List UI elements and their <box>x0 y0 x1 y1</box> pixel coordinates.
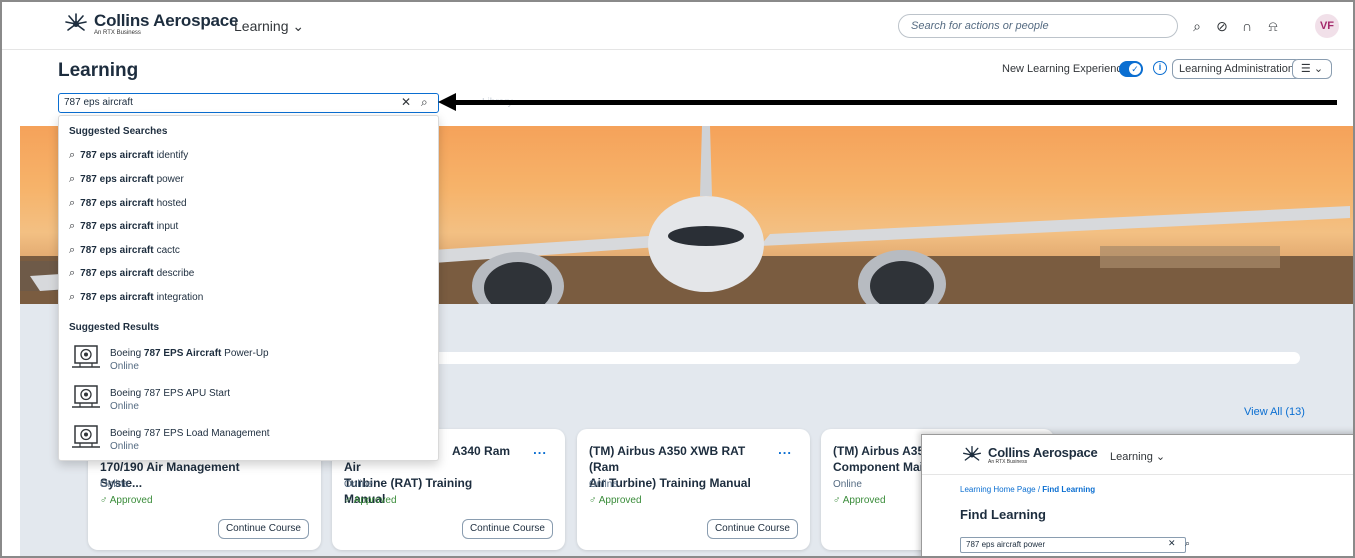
annotation-arrow-head-icon <box>438 93 456 111</box>
course-type: Online <box>344 479 373 490</box>
inset-brand-sub: An RTX Business <box>988 458 1028 465</box>
headset-icon[interactable]: ∩ <box>1238 17 1256 35</box>
search-icon: ⌕ <box>69 267 76 279</box>
search-icon: ⌕ <box>69 244 76 256</box>
suggestion-item[interactable]: ⌕ 787 eps aircraft input <box>69 220 178 233</box>
shell-search-input[interactable]: Search for actions or people <box>898 14 1178 38</box>
course-screen-icon[interactable] <box>71 385 101 411</box>
shell-bar: Collins Aerospace An RTX Business Learni… <box>2 2 1353 50</box>
result-subtitle: Online <box>110 361 139 372</box>
brand-logo[interactable]: Collins Aerospace An RTX Business <box>64 12 238 36</box>
inset-search-icon: ⌕ <box>1185 538 1191 548</box>
search-icon: ⌕ <box>69 173 76 185</box>
user-icon: ♂ <box>100 495 108 506</box>
course-screen-icon[interactable] <box>71 425 101 451</box>
inset-screenshot: Collins Aerospace An RTX Business Learni… <box>921 434 1353 556</box>
app-window: Collins Aerospace An RTX Business Learni… <box>0 0 1355 558</box>
view-all-link[interactable]: View All (13) <box>1244 406 1305 418</box>
suggested-results-heading: Suggested Results <box>69 322 160 333</box>
continue-course-button[interactable]: Continue Course <box>461 519 553 539</box>
continue-course-button[interactable]: Continue Course <box>217 519 309 539</box>
suggestion-item[interactable]: ⌕ 787 eps aircraft cactc <box>69 244 180 257</box>
search-icon: ⌕ <box>69 197 76 209</box>
inset-brand-logo: Collins Aerospace An RTX Business <box>962 445 1098 465</box>
result-subtitle: Online <box>110 441 139 452</box>
user-icon: ♂ <box>833 495 841 506</box>
search-icon: ⌕ <box>69 220 76 232</box>
inset-page-title: Find Learning <box>960 507 1046 522</box>
search-suggestions-dropdown: Suggested Searches ⌕ 787 eps aircraft iden… <box>58 115 439 461</box>
course-type: Online <box>833 479 862 490</box>
brand-name: Collins Aerospace <box>94 11 239 30</box>
course-status: ♂ Approved <box>833 495 886 506</box>
suggestion-item[interactable]: ⌕ 787 eps aircraft describe <box>69 267 194 280</box>
result-subtitle: Online <box>110 401 139 412</box>
new-experience-toggle[interactable]: ✓ <box>1119 61 1143 77</box>
collins-logo-icon <box>65 13 87 31</box>
course-status: ♂ Approved <box>344 495 397 506</box>
collins-logo-icon <box>963 446 981 461</box>
more-options-button[interactable]: ... <box>533 442 547 457</box>
search-icon[interactable]: ⌕ <box>421 95 428 110</box>
search-icon: ⌕ <box>69 149 76 161</box>
suggestion-item[interactable]: ⌕ 787 eps aircraft power <box>69 173 184 186</box>
more-options-button[interactable]: ... <box>778 442 792 457</box>
progress-track <box>422 352 1300 364</box>
result-title[interactable]: Boeing 787 EPS APU Start <box>110 388 230 399</box>
list-menu-button[interactable]: ☰ ⌄ <box>1292 59 1332 79</box>
page-title: Learning <box>58 60 139 81</box>
annotation-arrow-line <box>452 100 1337 105</box>
course-status: ♂ Approved <box>589 495 642 506</box>
user-icon: ♂ <box>344 495 352 506</box>
user-icon: ♂ <box>589 495 597 506</box>
check-icon: ✓ <box>1129 63 1141 75</box>
inset-shell-bar: Collins Aerospace An RTX Business Learni… <box>922 435 1353 475</box>
task-check-icon[interactable]: ⊘ <box>1213 17 1231 35</box>
inset-clear-icon: ✕ <box>1168 538 1176 548</box>
course-type: Online <box>589 479 618 490</box>
course-status: ♂ Approved <box>100 495 153 506</box>
continue-course-button[interactable]: Continue Course <box>706 519 798 539</box>
new-experience-label: New Learning Experience <box>1002 63 1128 75</box>
result-title[interactable]: Boeing 787 EPS Load Management <box>110 428 270 439</box>
course-screen-icon[interactable] <box>71 345 101 371</box>
clear-icon[interactable]: ✕ <box>401 95 411 109</box>
course-type: Online <box>100 479 129 490</box>
result-title[interactable]: Boeing 787 EPS Aircraft Power-Up <box>110 348 269 359</box>
suggestion-item[interactable]: ⌕ 787 eps aircraft integration <box>69 291 203 304</box>
suggested-searches-heading: Suggested Searches <box>69 126 168 137</box>
app-menu[interactable]: Learning ⌄ <box>234 18 304 35</box>
search-icon[interactable]: ⌕ <box>1188 17 1206 35</box>
inset-app-menu: Learning ⌄ <box>1110 451 1166 463</box>
inset-brand-name: Collins Aerospace <box>988 444 1098 460</box>
search-icon: ⌕ <box>69 291 76 303</box>
suggestion-item[interactable]: ⌕ 787 eps aircraft hosted <box>69 197 187 210</box>
inset-breadcrumb: Learning Home Page / Find Learning <box>960 485 1096 494</box>
suggestion-item[interactable]: ⌕ 787 eps aircraft identify <box>69 149 188 162</box>
info-icon[interactable]: i <box>1153 61 1167 75</box>
brand-sub: An RTX Business <box>94 30 141 36</box>
course-card[interactable]: (TM) Airbus A350 XWB RAT (Ram Air Turbine… <box>577 429 810 550</box>
bell-icon[interactable]: ⍾ <box>1264 17 1282 35</box>
learning-search-input[interactable]: 787 eps aircraft <box>58 93 439 113</box>
inset-search-input: 787 eps aircraft power <box>960 537 1186 553</box>
avatar[interactable]: VF <box>1315 14 1339 38</box>
learning-administration-button[interactable]: Learning Administration <box>1172 59 1301 79</box>
